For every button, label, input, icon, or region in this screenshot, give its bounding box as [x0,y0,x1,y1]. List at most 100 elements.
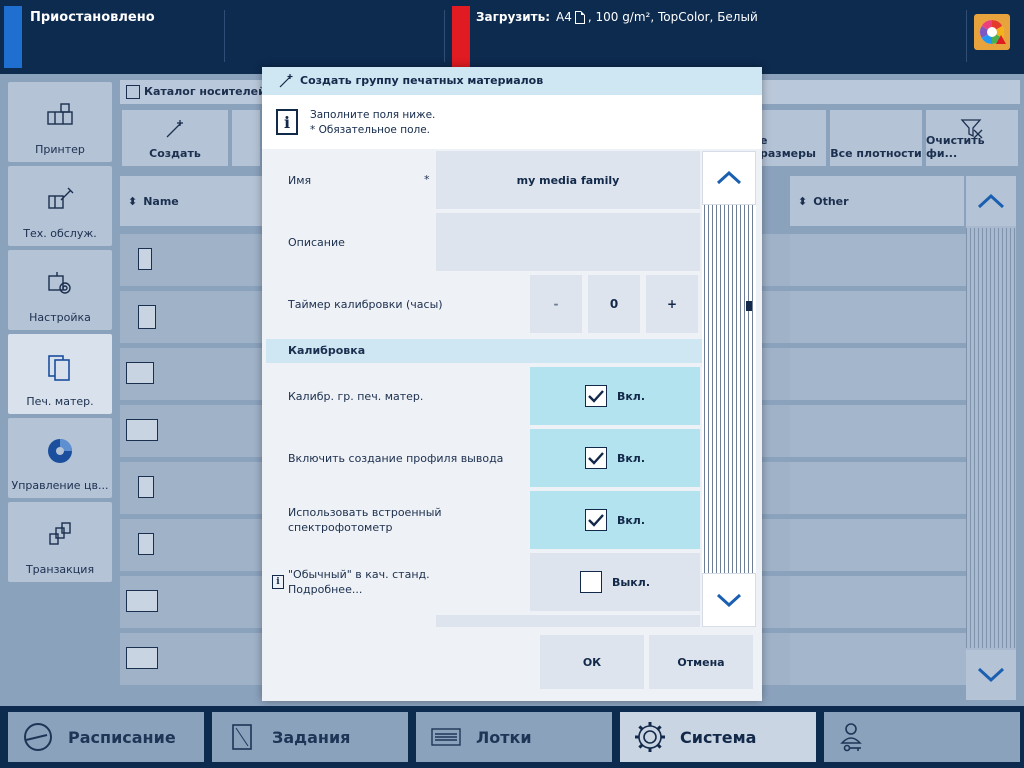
timer-label: Таймер калибровки (часы) [288,297,443,311]
media-thumbnail [126,419,158,441]
column-header-name[interactable]: ⬍ Name [120,176,262,226]
tab-label: Лотки [476,727,532,747]
timer-value-field[interactable]: 0 [588,275,640,333]
column-header-other[interactable]: ⬍ Other [790,176,964,226]
tab-label: Задания [272,727,351,747]
required-mark: * [424,173,430,186]
sidebar-item-label: Печ. матер. [26,395,94,408]
sidebar-item-media[interactable]: Печ. матер. [8,334,112,414]
media-thumbnail [126,647,158,669]
create-media-family-dialog: Создать группу печатных материалов i Зап… [262,67,762,701]
schedule-icon [22,721,54,753]
media-thumbnail [126,590,158,612]
spectrophotometer-row: Использовать встроенный спектрофотометр … [266,491,700,549]
calibrate-group-toggle[interactable]: Вкл. [530,367,700,425]
sidebar-item-color-management[interactable]: Управление цв... [8,418,112,498]
scroll-down-button[interactable] [966,650,1016,700]
create-button[interactable]: Создать [122,110,228,166]
spectrophotometer-toggle[interactable]: Вкл. [530,491,700,549]
normal-default-toggle[interactable]: Выкл. [530,553,700,611]
tab-trays[interactable]: Лотки [416,712,612,762]
calibration-section-header: Калибровка [266,339,702,363]
sidebar-item-printer[interactable]: Принтер [8,82,112,162]
tab-label: Система [680,727,757,747]
color-management-icon [43,434,77,468]
media-icon [43,350,77,384]
load-alert-indicator [452,6,470,68]
info-icon: i [276,109,298,135]
sidebar-item-maintenance[interactable]: Тех. обслуж. [8,166,112,246]
sidebar: Принтер Тех. обслуж. Настройка Печ. мате… [4,80,116,700]
ok-button[interactable]: ОК [540,635,644,689]
paper-icon [574,10,585,24]
color-wheel-warning-icon[interactable] [974,14,1010,50]
settings-icon [43,266,77,300]
info-text: Заполните поля ниже. [310,109,436,121]
scroll-track [704,205,754,573]
checkmark-icon [588,514,604,527]
description-field[interactable] [436,213,700,271]
name-field[interactable]: my media family [436,151,700,209]
copy-button-partial[interactable] [232,110,260,166]
media-thumbnail [138,305,156,329]
spectrophotometer-label: Использовать встроенный спектрофотометр [288,506,442,534]
printer-icon [43,98,77,132]
sort-icon: ⬍ [798,194,808,208]
cancel-button[interactable]: Отмена [649,635,753,689]
chevron-up-icon [977,193,1005,209]
bottom-navigation: Расписание Задания Лотки Система [0,706,1024,768]
timer-decrement-button[interactable]: - [530,275,582,333]
chevron-up-icon [716,171,742,185]
sidebar-item-label: Транзакция [25,563,95,576]
required-note: * Обязательное поле. [310,124,431,136]
checkbox-checked [584,447,607,469]
tab-user-login[interactable] [824,712,1020,762]
media-thumbnail [138,248,152,270]
divider [224,10,225,62]
dialog-scrollbar[interactable] [702,151,756,627]
tab-jobs[interactable]: Задания [212,712,408,762]
printer-status-indicator [4,6,22,68]
tab-system[interactable]: Система [620,712,816,762]
maintenance-icon [43,182,77,216]
calibration-timer-row: Таймер калибровки (часы) - 0 + [266,275,700,333]
clear-filter-icon [960,119,983,139]
toggle-state: Вкл. [616,389,646,403]
scroll-up-button[interactable] [966,176,1016,226]
sidebar-item-settings[interactable]: Настройка [8,250,112,330]
checkmark-icon [588,452,604,465]
description-row: Описание [266,213,700,271]
scroll-up-button[interactable] [702,151,756,205]
media-thumbnail [126,362,154,384]
transaction-icon [43,518,77,552]
checkbox-checked [584,509,607,531]
scroll-thumb[interactable] [746,301,752,311]
normal-default-label[interactable]: "Обычный" в кач. станд. Подробнее... [288,553,528,611]
output-profile-row: Включить создание профиля вывода Вкл. [266,429,700,487]
sort-icon: ⬍ [128,194,138,208]
name-row: Имя * my media family [266,151,700,209]
next-row-field [436,615,700,627]
output-profile-toggle[interactable]: Вкл. [530,429,700,487]
trays-icon [430,721,462,753]
catalog-scrollbar[interactable] [966,176,1016,700]
tab-label: Расписание [68,727,176,747]
scroll-down-button[interactable] [702,573,756,627]
clear-filter-button[interactable]: Очистить фи... [926,110,1018,166]
media-thumbnail [138,476,154,498]
load-media-info[interactable]: A4 , 100 g/m², TopColor, Белый [556,10,758,24]
scroll-track [966,228,1016,648]
divider [444,10,445,62]
toggle-state: Вкл. [616,513,646,527]
all-weights-filter[interactable]: Все плотности [830,110,922,166]
info-icon[interactable]: i [272,575,284,589]
tab-schedule[interactable]: Расписание [8,712,204,762]
timer-increment-button[interactable]: + [646,275,698,333]
all-sizes-filter[interactable]: е размеры [760,110,826,166]
jobs-icon [226,721,258,753]
sparkle-icon [279,74,293,88]
next-row-partial [266,615,700,627]
sidebar-item-label: Управление цв... [11,479,109,492]
sidebar-item-transaction[interactable]: Транзакция [8,502,112,582]
checkbox-unchecked [579,571,602,593]
